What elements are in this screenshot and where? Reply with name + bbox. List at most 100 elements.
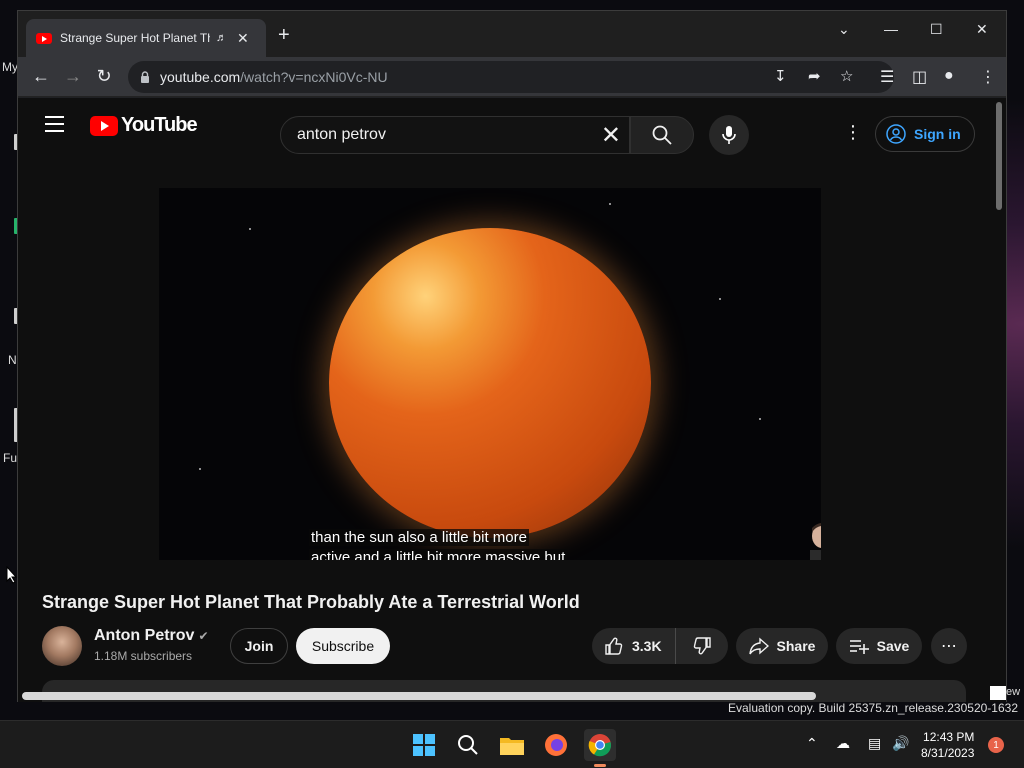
channel-avatar[interactable]	[42, 626, 82, 666]
star	[249, 228, 251, 230]
youtube-favicon-icon	[36, 32, 52, 44]
firefox-icon	[545, 734, 567, 756]
reload-button[interactable]: ↻	[93, 66, 115, 87]
chrome-icon	[588, 734, 612, 757]
vertical-scrollbar[interactable]	[992, 98, 1006, 702]
star	[719, 298, 721, 300]
playlist-add-icon	[849, 640, 869, 654]
like-dislike-group: 3.3K	[592, 628, 728, 664]
profile-icon[interactable]: ●	[944, 67, 954, 85]
browser-toolbar: ← → ↻ youtube.com/watch?v=ncxNi0Vc-NU ↧ …	[18, 57, 1006, 97]
dislike-button[interactable]	[676, 636, 728, 656]
desktop-icon-label[interactable]: My	[2, 60, 18, 74]
address-bar[interactable]: youtube.com/watch?v=ncxNi0Vc-NU ↧ ➦ ☆	[128, 61, 894, 93]
close-tab-icon[interactable]: ✕	[237, 30, 249, 47]
overlay-square	[990, 686, 1006, 700]
thumbs-up-icon	[605, 637, 623, 655]
desktop-icon-label[interactable]: N	[8, 353, 17, 367]
more-actions-icon[interactable]: ⋯	[931, 628, 967, 664]
show-hidden-icons-chevron-icon[interactable]: ⌃	[806, 735, 818, 752]
url-text[interactable]: youtube.com/watch?v=ncxNi0Vc-NU	[160, 69, 388, 85]
windows-logo-icon	[413, 734, 435, 756]
new-tab-button[interactable]: +	[278, 24, 290, 47]
presenter-thumbnail	[810, 523, 821, 560]
clear-search-icon[interactable]: ✕	[601, 121, 621, 150]
star	[759, 418, 761, 420]
video-title: Strange Super Hot Planet That Probably A…	[42, 592, 580, 612]
verified-badge-icon: ✔	[198, 629, 209, 643]
browser-tab-active[interactable]: Strange Super Hot Planet That Probably A…	[26, 19, 266, 57]
caption-line: than the sun also a little bit more	[309, 529, 529, 546]
tab-title: Strange Super Hot Planet That Probably A…	[60, 31, 210, 45]
star	[199, 468, 201, 470]
scrollbar-thumb[interactable]	[996, 102, 1002, 210]
voice-search-button[interactable]	[709, 115, 749, 155]
thumbs-down-icon	[693, 637, 711, 655]
maximize-button[interactable]: ☐	[930, 21, 943, 38]
channel-name[interactable]: Anton Petrov ✔	[94, 627, 209, 645]
caption-line: active and a little bit more massive but	[309, 549, 568, 560]
evaluation-watermark: Evaluation copy. Build 25375.zn_release.…	[728, 701, 1018, 715]
clock-date: 8/31/2023	[921, 746, 975, 760]
notification-badge[interactable]: 1	[988, 737, 1004, 753]
share-icon	[748, 637, 769, 655]
search-icon	[652, 125, 672, 145]
tab-search-chevron-icon[interactable]: ⌄	[838, 21, 850, 38]
like-count: 3.3K	[632, 638, 662, 654]
desktop-icon-label[interactable]: Fu	[3, 451, 17, 465]
bookmark-star-icon[interactable]: ☆	[840, 67, 853, 85]
share-label: Share	[776, 638, 816, 654]
folder-icon	[500, 738, 524, 755]
tab-strip: Strange Super Hot Planet That Probably A…	[18, 11, 1006, 57]
youtube-logo[interactable]: YouTube	[90, 114, 198, 137]
join-button[interactable]: Join	[230, 628, 288, 664]
like-button[interactable]: 3.3K	[592, 628, 676, 664]
account-icon	[886, 124, 906, 144]
chrome-menu-icon[interactable]: ⋮	[980, 67, 996, 87]
file-explorer-button[interactable]	[496, 729, 528, 761]
horizontal-scrollbar[interactable]	[22, 692, 816, 700]
planet-video-frame	[329, 228, 651, 538]
search-taskbar-button[interactable]	[452, 729, 484, 761]
onedrive-cloud-icon[interactable]: ☁	[836, 735, 850, 752]
share-page-icon[interactable]: ➦	[808, 67, 821, 85]
system-clock[interactable]: 12:43 PM 8/31/2023	[921, 729, 974, 761]
sign-in-label: Sign in	[914, 126, 961, 142]
chrome-taskbar-button[interactable]	[584, 729, 616, 761]
media-controls-icon[interactable]: ☰	[880, 67, 894, 87]
search-icon	[458, 735, 478, 755]
install-app-icon[interactable]: ↧	[774, 67, 787, 85]
close-window-button[interactable]: ✕	[976, 21, 988, 38]
save-label: Save	[876, 638, 910, 654]
minimize-button[interactable]: —	[884, 21, 898, 37]
settings-menu-icon[interactable]: ⋮	[844, 122, 862, 143]
volume-icon[interactable]: 🔊	[892, 735, 909, 752]
microphone-icon	[722, 126, 736, 144]
youtube-play-icon	[90, 115, 118, 136]
share-button[interactable]: Share	[736, 628, 828, 664]
save-button[interactable]: Save	[836, 628, 922, 664]
search-button[interactable]	[630, 116, 694, 154]
start-button[interactable]	[408, 729, 440, 761]
firefox-button[interactable]	[540, 729, 572, 761]
lock-icon[interactable]	[140, 71, 150, 83]
video-player[interactable]: than the sun also a little bit more acti…	[159, 188, 821, 560]
clock-time: 12:43 PM	[923, 730, 975, 744]
guide-menu-icon[interactable]	[45, 116, 64, 137]
subtitle-caption: than the sun also a little bit more acti…	[309, 528, 568, 560]
star	[609, 203, 611, 205]
side-panel-icon[interactable]: ◫	[912, 67, 927, 87]
forward-button[interactable]: →	[62, 66, 84, 87]
sign-in-button[interactable]: Sign in	[875, 116, 975, 152]
search-input[interactable]: anton petrov ✕	[280, 116, 630, 154]
youtube-page: YouTube anton petrov ✕ ⋮ Sign in than th…	[18, 98, 994, 702]
watermark-fragment: ew	[1006, 686, 1021, 698]
speaker-icon[interactable]: ♬	[216, 32, 227, 44]
back-button[interactable]: ←	[30, 66, 52, 87]
network-icon[interactable]: ▤	[868, 735, 881, 752]
active-app-indicator	[594, 764, 606, 767]
chrome-window: Strange Super Hot Planet That Probably A…	[17, 10, 1007, 702]
logo-text: YouTube	[121, 114, 198, 136]
subscribe-button[interactable]: Subscribe	[296, 628, 390, 664]
search-query[interactable]: anton petrov	[297, 126, 386, 144]
